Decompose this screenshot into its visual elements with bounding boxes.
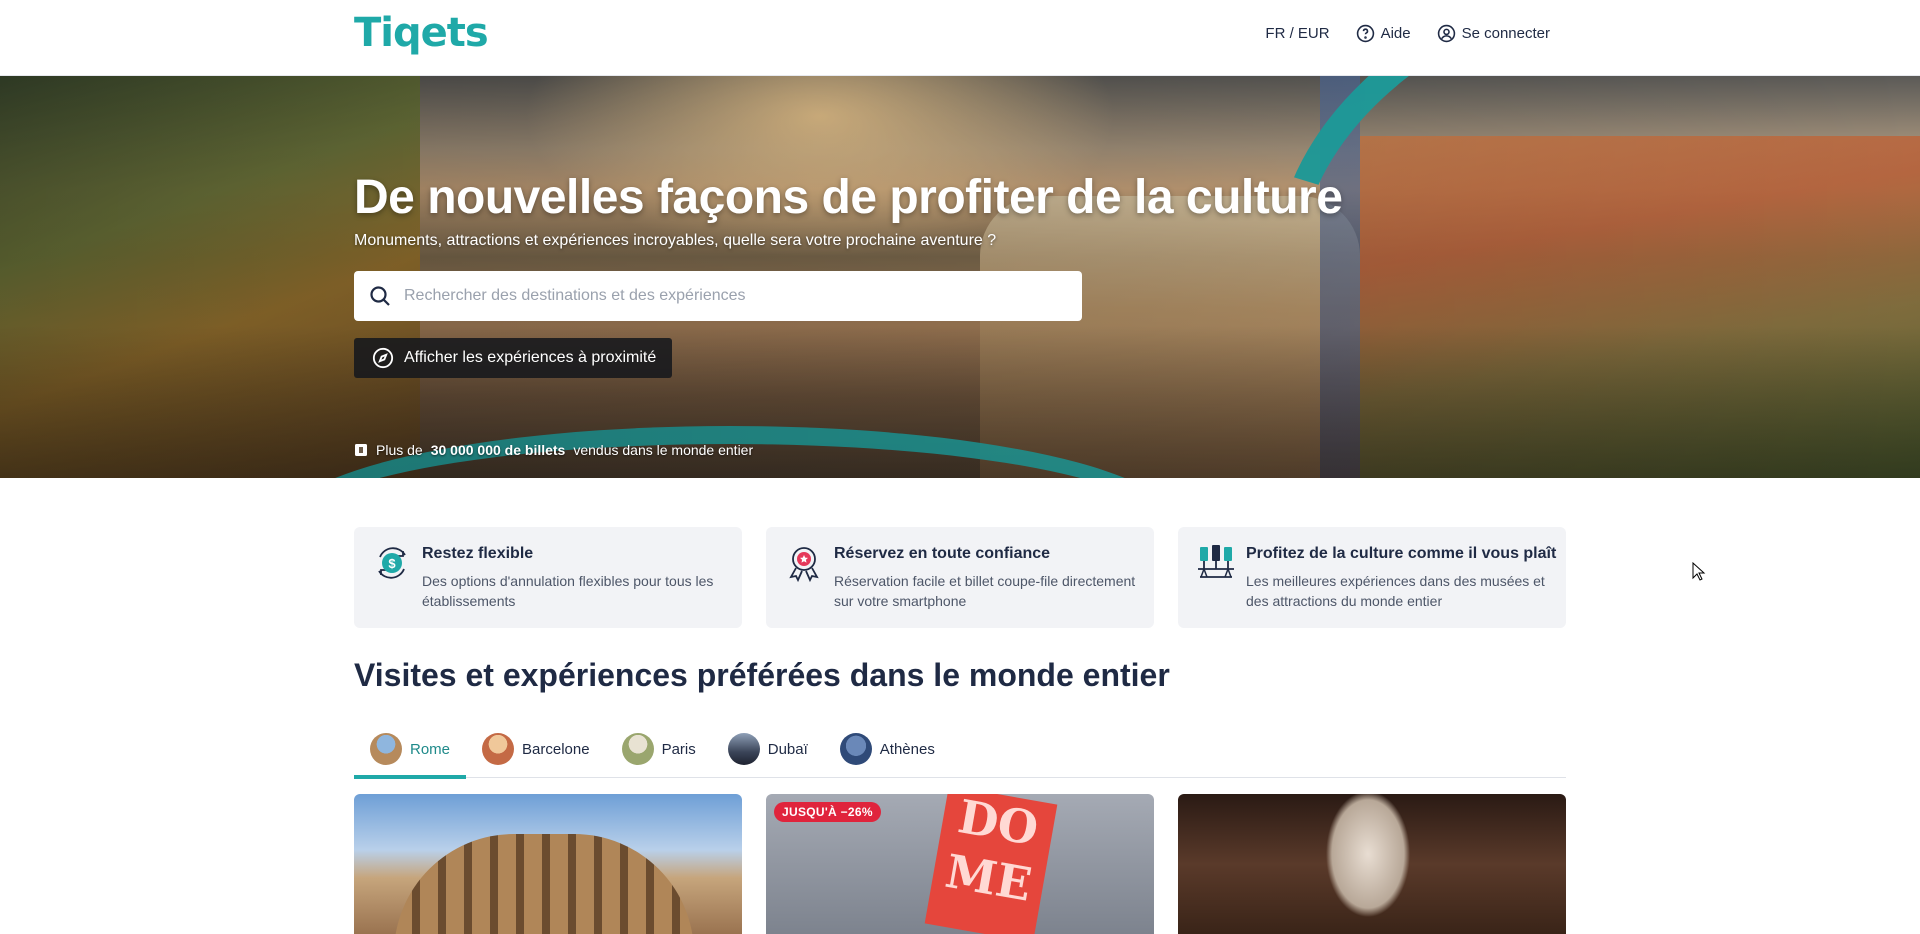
trust-badge-icon <box>789 547 819 583</box>
feature-list: $ Restez flexible Des options d'annulati… <box>354 527 1566 628</box>
feature-card: $ Restez flexible Des options d'annulati… <box>354 527 742 628</box>
experience-cards: DO ME JUSQU'À −26% <box>354 794 1566 934</box>
athenes-thumbnail <box>839 733 872 765</box>
tab-barcelone[interactable]: Barcelone <box>466 720 606 778</box>
experience-card-colosseum[interactable] <box>354 794 742 934</box>
tab-athenes[interactable]: Athènes <box>824 720 951 778</box>
locale-selector[interactable]: FR / EUR <box>1265 25 1329 42</box>
statue-image <box>1308 794 1428 934</box>
hero-title: De nouvelles façons de profiter de la cu… <box>354 171 1343 224</box>
flexible-refund-icon: $ <box>378 547 406 579</box>
tab-label: Athènes <box>879 740 935 758</box>
hero-banner: De nouvelles façons de profiter de la cu… <box>0 76 1920 478</box>
tickets-count: 30 000 000 de billets <box>430 442 566 458</box>
feature-description: Réservation facile et billet coupe-file … <box>834 573 1136 609</box>
tab-label: Rome <box>410 740 451 758</box>
colosseum-image <box>394 834 694 934</box>
tiqets-logo[interactable]: Tiqets <box>354 10 489 56</box>
help-icon <box>1356 24 1374 43</box>
compass-icon <box>372 347 394 369</box>
login-label: Se connecter <box>1461 25 1550 42</box>
hero-subtitle: Monuments, attractions et expériences in… <box>354 232 997 249</box>
rome-thumbnail <box>370 733 402 765</box>
search-icon <box>370 286 390 306</box>
dubai-thumbnail <box>727 733 760 765</box>
tab-paris[interactable]: Paris <box>606 720 712 778</box>
tab-rome[interactable]: Rome <box>354 720 467 779</box>
tab-label: Barcelone <box>522 740 590 758</box>
feature-card: Profitez de la culture comme il vous pla… <box>1178 527 1566 628</box>
experience-card-statue[interactable] <box>1178 794 1566 934</box>
feature-description: Des options d'annulation flexibles pour … <box>422 573 714 609</box>
feature-title: Réservez en toute confiance <box>834 545 1051 562</box>
header-nav: FR / EUR Aide Se connecter <box>1265 24 1550 43</box>
locale-label: FR / EUR <box>1265 25 1330 42</box>
search-input[interactable] <box>404 287 1054 305</box>
login-link[interactable]: Se connecter <box>1437 24 1550 43</box>
barcelone-thumbnail <box>482 733 515 765</box>
user-icon <box>1437 24 1455 43</box>
dome-sign-image: DO ME <box>924 794 1058 934</box>
culture-exhibits-icon <box>1198 545 1234 578</box>
tab-label: Paris <box>661 740 696 758</box>
tab-dubai[interactable]: Dubaï <box>712 720 824 778</box>
top-header: Tiqets FR / EUR Aide Se connecter <box>0 0 1920 76</box>
tickets-prefix: Plus de <box>376 442 423 458</box>
feature-title: Profitez de la culture comme il vous pla… <box>1246 545 1557 562</box>
nearby-label: Afficher les expériences à proximité <box>404 349 657 366</box>
section-title: Visites et expériences préférées dans le… <box>354 657 1170 693</box>
experience-card-dome[interactable]: DO ME JUSQU'À −26% <box>766 794 1154 934</box>
feature-description: Les meilleures expériences dans des musé… <box>1246 573 1545 609</box>
search-bar[interactable] <box>354 271 1082 321</box>
paris-thumbnail <box>621 733 654 765</box>
svg-text:$: $ <box>388 556 396 571</box>
tab-label: Dubaï <box>767 740 808 758</box>
city-tabs: Rome Barcelone Paris Dubaï Athènes <box>354 720 1566 779</box>
help-label: Aide <box>1380 25 1411 42</box>
help-link[interactable]: Aide <box>1356 24 1411 43</box>
feature-card: Réservez en toute confiance Réservation … <box>766 527 1154 628</box>
tickets-sold-note: Plus de 30 000 000 de billets vendus dan… <box>354 442 753 458</box>
nearby-experiences-button[interactable]: Afficher les expériences à proximité <box>354 338 673 378</box>
mouse-cursor-icon <box>1692 562 1706 581</box>
feature-title: Restez flexible <box>422 545 534 562</box>
tickets-suffix: vendus dans le monde entier <box>573 442 754 458</box>
discount-badge: JUSQU'À −26% <box>774 802 881 822</box>
ticket-icon <box>355 444 367 456</box>
